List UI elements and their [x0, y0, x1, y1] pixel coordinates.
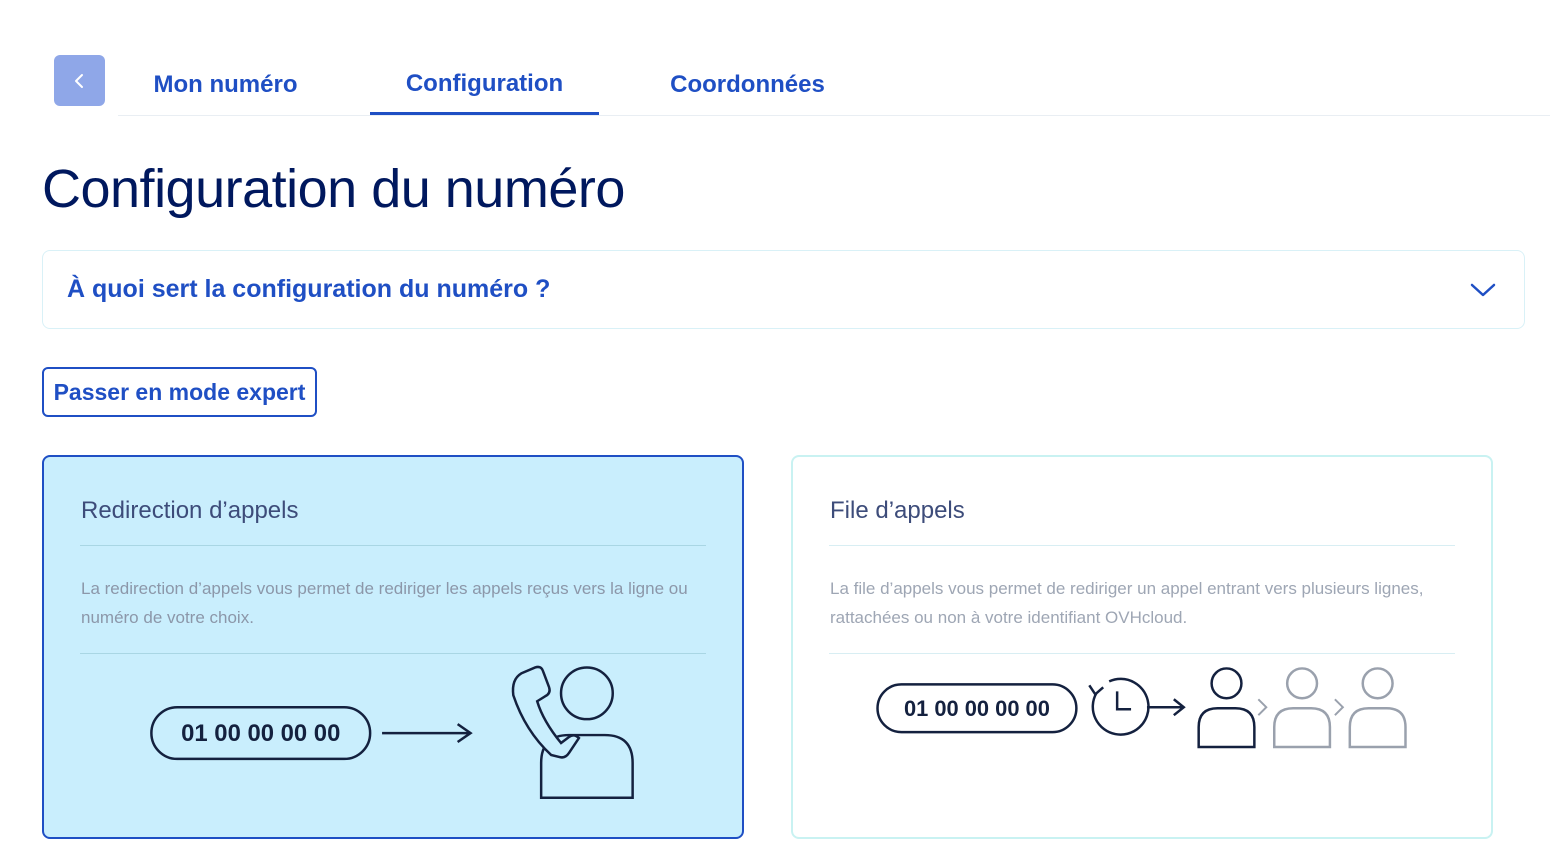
card-description: La redirection d’appels vous permet de r…	[80, 546, 706, 654]
redirection-card[interactable]: Redirection d’appels La redirection d’ap…	[42, 455, 744, 839]
phone-number-text: 01 00 00 00 00	[904, 696, 1050, 721]
page-title: Configuration du numéro	[42, 159, 625, 219]
faq-accordion[interactable]: À quoi sert la configuration du numéro ?	[42, 250, 1525, 329]
card-title: Redirection d’appels	[80, 497, 706, 546]
tab-mon-numero[interactable]: Mon numéro	[118, 55, 333, 115]
tab-configuration[interactable]: Configuration	[370, 55, 599, 115]
user-icon	[1197, 667, 1256, 749]
arrow-right-icon	[382, 723, 473, 744]
phone-number-pill: 01 00 00 00 00	[876, 683, 1078, 734]
tab-bar: Mon numéro Configuration Coordonnées	[118, 55, 1550, 116]
back-button[interactable]	[54, 55, 105, 106]
phone-number-text: 01 00 00 00 00	[181, 720, 340, 747]
person-phone-icon	[511, 665, 634, 799]
chevron-left-icon	[74, 73, 83, 88]
faq-question: À quoi sert la configuration du numéro ?	[67, 275, 551, 303]
phone-number-pill: 01 00 00 00 00	[150, 705, 372, 761]
call-queue-card[interactable]: File d’appels La file d’appels vous perm…	[791, 455, 1493, 839]
tab-coordonnees[interactable]: Coordonnées	[636, 55, 859, 115]
card-title: File d’appels	[829, 497, 1455, 546]
clock-icon	[1088, 677, 1150, 736]
chevron-right-icon	[1334, 698, 1345, 716]
redirection-illustration: 01 00 00 00 00	[150, 665, 634, 799]
user-icon	[1272, 667, 1332, 749]
chevron-right-icon	[1257, 698, 1268, 716]
expert-mode-button[interactable]: Passer en mode expert	[42, 367, 317, 417]
card-description: La file d’appels vous permet de redirige…	[829, 546, 1455, 654]
user-icon	[1348, 667, 1407, 749]
arrow-right-icon	[1146, 698, 1186, 717]
call-queue-illustration: 01 00 00 00 00	[876, 667, 1407, 749]
chevron-down-icon	[1470, 283, 1496, 296]
